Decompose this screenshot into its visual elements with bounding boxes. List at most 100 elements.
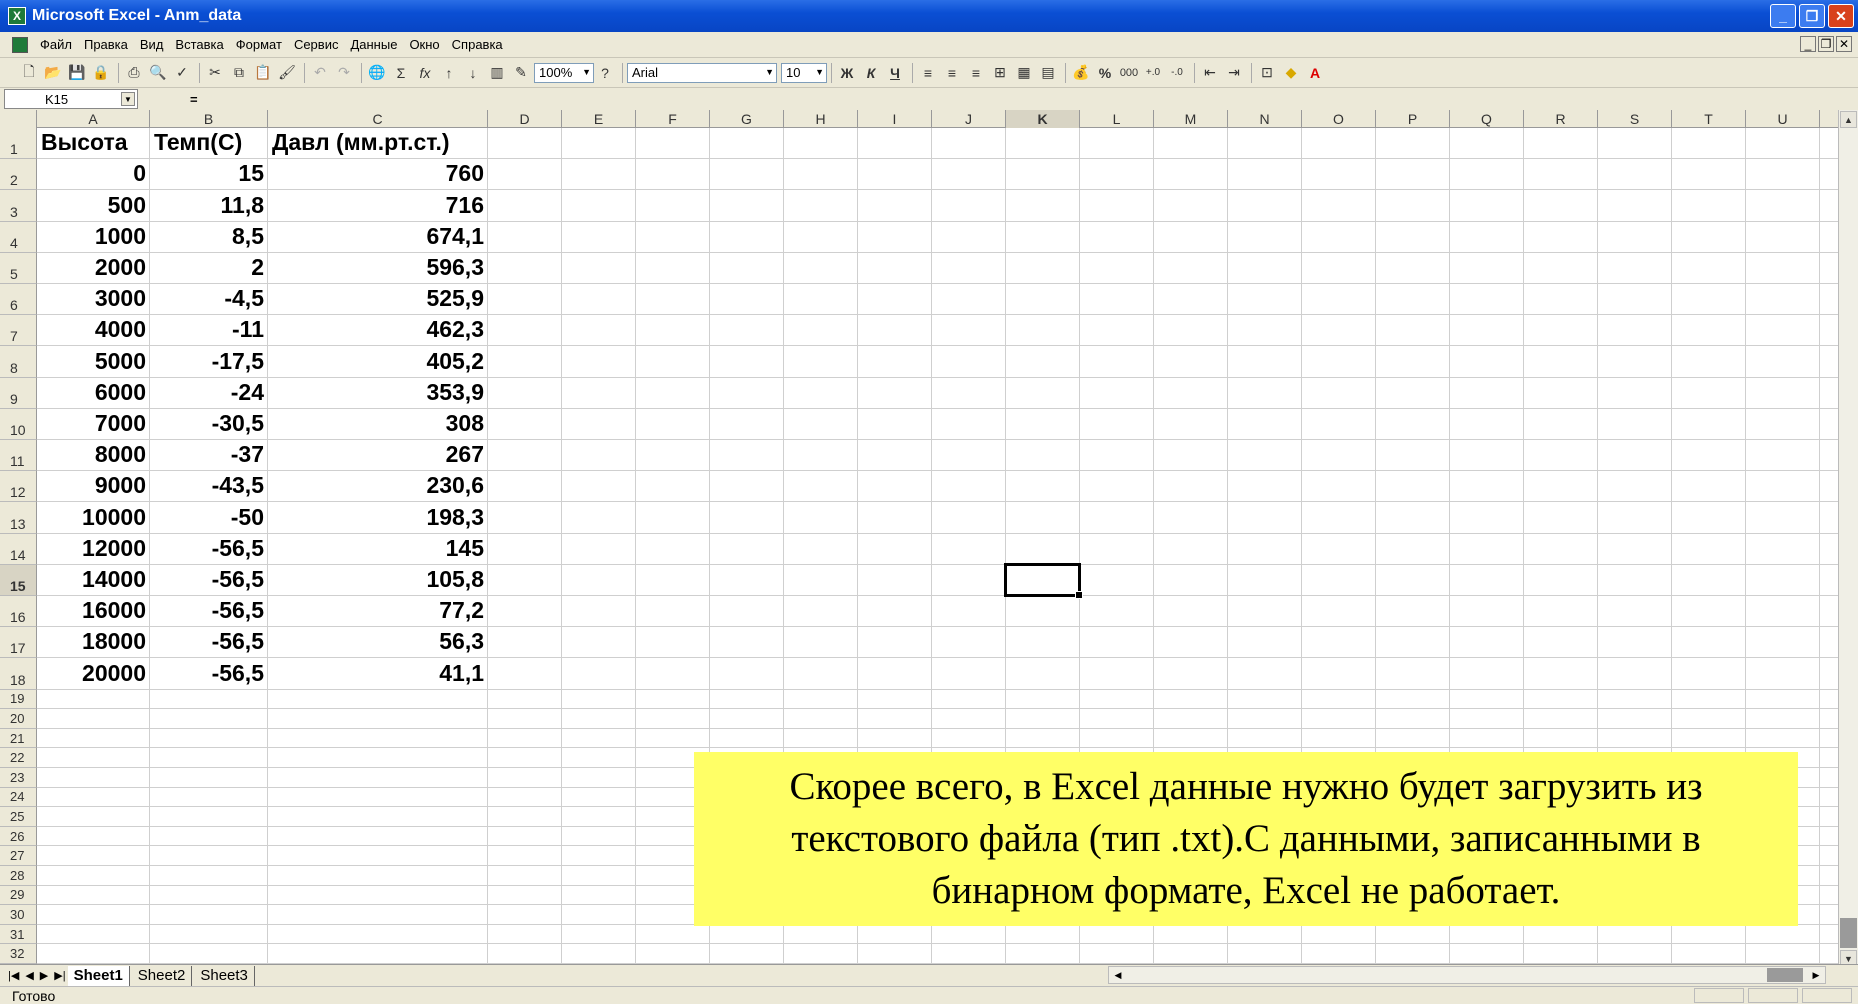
scroll-left-icon[interactable]: ◀ — [1111, 968, 1125, 982]
data-cell[interactable]: 8000 — [37, 440, 150, 471]
data-cell[interactable]: 230,6 — [268, 471, 488, 502]
row-header-32[interactable]: 32 — [0, 944, 37, 964]
restore-icon[interactable]: ❐ — [1799, 4, 1825, 28]
print-preview-icon[interactable]: 🔍 — [147, 62, 169, 84]
row-header-28[interactable]: 28 — [0, 866, 37, 886]
column-header-g[interactable]: G — [710, 110, 784, 128]
fill-color-icon[interactable]: ◆ — [1280, 62, 1302, 84]
hyperlink-icon[interactable]: 🌐 — [366, 62, 388, 84]
data-cell[interactable]: 4000 — [37, 315, 150, 346]
data-cell[interactable]: -43,5 — [150, 471, 268, 502]
first-sheet-icon[interactable]: |◀ — [8, 969, 19, 982]
column-header-t[interactable]: T — [1672, 110, 1746, 128]
data-cell[interactable]: 462,3 — [268, 315, 488, 346]
spelling-icon[interactable]: ✓ — [171, 62, 193, 84]
data-cell[interactable]: -56,5 — [150, 627, 268, 658]
data-cell[interactable]: 41,1 — [268, 658, 488, 689]
row-header-7[interactable]: 7 — [0, 315, 37, 347]
column-header-q[interactable]: Q — [1450, 110, 1524, 128]
increase-indent-icon[interactable]: ⇥ — [1223, 62, 1245, 84]
italic-button[interactable]: К — [860, 62, 882, 84]
autosum-icon[interactable]: Σ — [390, 62, 412, 84]
undo-icon[interactable]: ↶ — [309, 62, 331, 84]
decrease-decimal-icon[interactable]: -.0 — [1166, 62, 1188, 84]
menu-insert[interactable]: Вставка — [169, 37, 229, 52]
row-header-15[interactable]: 15 — [0, 564, 37, 596]
name-box-dropdown-icon[interactable]: ▼ — [121, 92, 135, 106]
row-header-11[interactable]: 11 — [0, 440, 37, 472]
data-cell[interactable]: 7000 — [37, 409, 150, 440]
permission-icon[interactable]: 🔒 — [90, 62, 112, 84]
vertical-scroll-thumb[interactable] — [1840, 918, 1857, 948]
data-cell[interactable]: -4,5 — [150, 284, 268, 315]
data-cell[interactable]: 716 — [268, 190, 488, 221]
data-cell[interactable]: -56,5 — [150, 565, 268, 596]
new-icon[interactable]: 🗋 — [18, 62, 40, 84]
sort-descending-icon[interactable]: ↓ — [462, 62, 484, 84]
row-header-12[interactable]: 12 — [0, 471, 37, 503]
formula-equals-button[interactable]: = — [190, 92, 198, 107]
menu-file[interactable]: Файл — [34, 37, 78, 52]
data-cell[interactable]: 10000 — [37, 502, 150, 533]
column-header-h[interactable]: H — [784, 110, 858, 128]
column-header-u[interactable]: U — [1746, 110, 1820, 128]
doc-minimize-icon[interactable]: _ — [1800, 36, 1816, 52]
data-cell[interactable]: 0 — [37, 159, 150, 190]
data-cell[interactable]: 596,3 — [268, 253, 488, 284]
sheet-tab-sheet1[interactable]: Sheet1 — [67, 965, 130, 986]
scroll-up-icon[interactable]: ▲ — [1840, 111, 1857, 128]
data-cell[interactable]: -56,5 — [150, 596, 268, 627]
cut-icon[interactable]: ✂ — [204, 62, 226, 84]
row-header-22[interactable]: 22 — [0, 748, 37, 768]
row-header-31[interactable]: 31 — [0, 924, 37, 945]
row-header-6[interactable]: 6 — [0, 284, 37, 316]
column-header-o[interactable]: O — [1302, 110, 1376, 128]
column-header-e[interactable]: E — [562, 110, 636, 128]
sheet-tab-sheet2[interactable]: Sheet2 — [132, 965, 193, 986]
data-cell[interactable]: 16000 — [37, 596, 150, 627]
sort-ascending-icon[interactable]: ↑ — [438, 62, 460, 84]
data-cell[interactable]: 15 — [150, 159, 268, 190]
column-header-c[interactable]: C — [268, 110, 488, 128]
minimize-icon[interactable]: _ — [1770, 4, 1796, 28]
menu-view[interactable]: Вид — [134, 37, 170, 52]
header-cell[interactable]: Давл (мм.рт.ст.) — [268, 128, 488, 159]
column-header-f[interactable]: F — [636, 110, 710, 128]
row-header-5[interactable]: 5 — [0, 252, 37, 284]
column-header-m[interactable]: M — [1154, 110, 1228, 128]
merge-center-icon[interactable]: ⊞ — [989, 62, 1011, 84]
name-box[interactable]: K15 ▼ — [4, 89, 138, 109]
data-cell[interactable]: 760 — [268, 159, 488, 190]
row-header-19[interactable]: 19 — [0, 689, 37, 710]
align-center-icon[interactable]: ≡ — [941, 62, 963, 84]
row-header-4[interactable]: 4 — [0, 221, 37, 253]
workbook-icon[interactable] — [12, 36, 28, 53]
paste-icon[interactable]: 📋 — [252, 62, 274, 84]
help-icon[interactable]: ? — [594, 62, 616, 84]
row-header-23[interactable]: 23 — [0, 768, 37, 788]
data-cell[interactable]: -11 — [150, 315, 268, 346]
open-icon[interactable]: 📂 — [42, 62, 64, 84]
decrease-indent-icon[interactable]: ⇤ — [1199, 62, 1221, 84]
row-header-16[interactable]: 16 — [0, 596, 37, 628]
prev-sheet-icon[interactable]: ◀ — [25, 969, 33, 982]
data-cell[interactable]: -17,5 — [150, 346, 268, 377]
row-header-10[interactable]: 10 — [0, 408, 37, 440]
underline-button[interactable]: Ч — [884, 62, 906, 84]
data-cell[interactable]: 8,5 — [150, 222, 268, 253]
format-painter-icon[interactable]: 🖌 — [276, 62, 298, 84]
data-cell[interactable]: 56,3 — [268, 627, 488, 658]
data-cell[interactable]: 198,3 — [268, 502, 488, 533]
data-cell[interactable]: -30,5 — [150, 409, 268, 440]
thousands-button[interactable]: 000 — [1118, 62, 1140, 84]
data-cell[interactable]: 267 — [268, 440, 488, 471]
row-header-24[interactable]: 24 — [0, 787, 37, 808]
copy-icon[interactable]: ⧉ — [228, 62, 250, 84]
row-header-8[interactable]: 8 — [0, 346, 37, 378]
column-header-a[interactable]: A — [37, 110, 150, 128]
row-header-25[interactable]: 25 — [0, 807, 37, 827]
justify-icon[interactable]: ▦ — [1013, 62, 1035, 84]
column-header-s[interactable]: S — [1598, 110, 1672, 128]
font-color-icon[interactable]: A — [1304, 62, 1326, 84]
data-cell[interactable]: 308 — [268, 409, 488, 440]
